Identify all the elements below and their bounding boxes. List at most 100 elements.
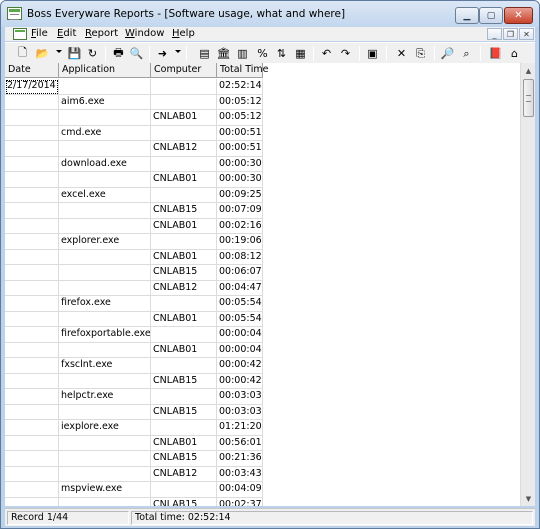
table-row[interactable]: download.exe 00:00:30 <box>5 156 263 172</box>
cell-total-time[interactable]: 00:08:12 <box>217 249 263 265</box>
cell-total-time[interactable]: 00:00:51 <box>217 125 263 141</box>
cell-total-time[interactable]: 00:04:47 <box>217 280 263 296</box>
cell-computer[interactable]: CNLAB12 <box>151 141 217 157</box>
cell-date[interactable] <box>5 156 59 172</box>
cell-computer[interactable]: CNLAB01 <box>151 342 217 358</box>
cell-computer[interactable]: CNLAB15 <box>151 265 217 281</box>
cell-total-time[interactable]: 00:07:09 <box>217 203 263 219</box>
cell-computer[interactable]: CNLAB15 <box>151 373 217 389</box>
cell-application[interactable]: explorer.exe <box>59 234 151 250</box>
menu-help[interactable]: Help <box>172 28 195 39</box>
cell-total-time[interactable]: 00:00:04 <box>217 327 263 343</box>
delete-icon[interactable]: ✕ <box>394 46 409 61</box>
cell-date[interactable] <box>5 218 59 234</box>
cell-application[interactable] <box>59 110 151 126</box>
column-header-computer[interactable]: Computer <box>151 63 217 78</box>
table-row[interactable]: CNLAB15 00:02:37 <box>5 497 263 506</box>
cell-computer[interactable] <box>151 389 217 405</box>
cell-computer[interactable]: CNLAB12 <box>151 466 217 482</box>
find-icon[interactable]: 🔎 <box>440 46 455 61</box>
cell-computer[interactable]: CNLAB15 <box>151 203 217 219</box>
cell-total-time[interactable]: 00:04:09 <box>217 482 263 498</box>
cell-application[interactable] <box>59 466 151 482</box>
table-row[interactable]: helpctr.exe 00:03:03 <box>5 389 263 405</box>
table-row[interactable]: CNLAB12 00:00:51 <box>5 141 263 157</box>
cell-date[interactable] <box>5 125 59 141</box>
chevron-down-icon[interactable] <box>175 50 181 53</box>
columns-icon[interactable]: ▥ <box>235 46 250 61</box>
cell-date[interactable] <box>5 234 59 250</box>
table-row[interactable]: fxsclnt.exe 00:00:42 <box>5 358 263 374</box>
vertical-scrollbar[interactable]: ▲ ▼ <box>520 63 535 506</box>
cell-total-time[interactable]: 00:05:54 <box>217 296 263 312</box>
filter-icon[interactable]: ▣ <box>365 46 380 61</box>
table-row[interactable]: CNLAB15 00:06:07 <box>5 265 263 281</box>
cell-computer[interactable]: CNLAB01 <box>151 218 217 234</box>
table-row[interactable]: aim6.exe 00:05:12 <box>5 94 263 110</box>
cell-date[interactable] <box>5 249 59 265</box>
cell-date[interactable] <box>5 141 59 157</box>
cell-computer[interactable]: CNLAB01 <box>151 435 217 451</box>
cell-date[interactable] <box>5 265 59 281</box>
cell-computer[interactable]: CNLAB01 <box>151 110 217 126</box>
cell-date[interactable] <box>5 327 59 343</box>
cell-computer[interactable] <box>151 234 217 250</box>
cell-date[interactable] <box>5 187 59 203</box>
table-row[interactable]: CNLAB15 00:00:42 <box>5 373 263 389</box>
cell-application[interactable]: firefoxportable.exe <box>59 327 151 343</box>
table-row[interactable]: CNLAB01 00:05:12 <box>5 110 263 126</box>
cell-application[interactable] <box>59 280 151 296</box>
cell-application[interactable]: aim6.exe <box>59 94 151 110</box>
cell-total-time[interactable]: 00:19:06 <box>217 234 263 250</box>
cell-computer[interactable] <box>151 156 217 172</box>
cell-date[interactable] <box>5 404 59 420</box>
cell-total-time[interactable]: 00:00:42 <box>217 358 263 374</box>
cell-date[interactable] <box>5 110 59 126</box>
print-preview-icon[interactable]: 🔍 <box>129 46 144 61</box>
scroll-up-icon[interactable]: ▲ <box>521 63 536 78</box>
mdi-minimize-button[interactable]: _ <box>487 28 502 40</box>
export-icon[interactable]: ➜ <box>155 46 170 61</box>
cell-application[interactable]: firefox.exe <box>59 296 151 312</box>
table-row[interactable]: CNLAB15 00:21:36 <box>5 451 263 467</box>
cell-total-time[interactable]: 00:03:03 <box>217 404 263 420</box>
cell-total-time[interactable]: 00:02:37 <box>217 497 263 506</box>
table-row[interactable]: mspview.exe 00:04:09 <box>5 482 263 498</box>
menu-report[interactable]: Report <box>85 28 118 39</box>
report-grid[interactable]: Date Application Computer Total Time 2/1… <box>5 63 520 506</box>
column-header-date[interactable]: Date <box>5 63 59 78</box>
table-row[interactable]: 2/17/2014 02:52:14 <box>5 79 263 95</box>
cell-computer[interactable]: CNLAB12 <box>151 280 217 296</box>
cell-application[interactable]: iexplore.exe <box>59 420 151 436</box>
cell-total-time[interactable]: 00:00:30 <box>217 172 263 188</box>
cell-computer[interactable] <box>151 420 217 436</box>
table-row[interactable]: explorer.exe 00:19:06 <box>5 234 263 250</box>
cell-total-time[interactable]: 00:09:25 <box>217 187 263 203</box>
cell-application[interactable]: helpctr.exe <box>59 389 151 405</box>
print-icon[interactable]: 🖶 <box>111 46 126 61</box>
table-row[interactable]: CNLAB01 00:08:12 <box>5 249 263 265</box>
cell-date[interactable] <box>5 342 59 358</box>
undo-icon[interactable]: ↶ <box>319 46 334 61</box>
cell-application[interactable] <box>59 404 151 420</box>
table-row[interactable]: CNLAB12 00:04:47 <box>5 280 263 296</box>
cell-computer[interactable] <box>151 79 217 95</box>
percent-icon[interactable]: % <box>255 46 270 61</box>
group-icon[interactable]: ▦ <box>293 46 308 61</box>
mdi-close-button[interactable]: ✕ <box>519 28 534 40</box>
table-row[interactable]: firefox.exe 00:05:54 <box>5 296 263 312</box>
cell-application[interactable] <box>59 172 151 188</box>
table-row[interactable]: excel.exe 00:09:25 <box>5 187 263 203</box>
table-row[interactable]: CNLAB01 00:02:16 <box>5 218 263 234</box>
cell-computer[interactable] <box>151 358 217 374</box>
cell-date[interactable] <box>5 466 59 482</box>
cell-total-time[interactable]: 00:02:16 <box>217 218 263 234</box>
column-header-total-time[interactable]: Total Time <box>217 63 268 78</box>
cell-computer[interactable] <box>151 296 217 312</box>
cell-date[interactable] <box>5 451 59 467</box>
cell-application[interactable]: cmd.exe <box>59 125 151 141</box>
cell-computer[interactable] <box>151 327 217 343</box>
table-row[interactable]: CNLAB15 00:07:09 <box>5 203 263 219</box>
scroll-down-icon[interactable]: ▼ <box>521 491 536 506</box>
cell-total-time[interactable]: 00:00:04 <box>217 342 263 358</box>
